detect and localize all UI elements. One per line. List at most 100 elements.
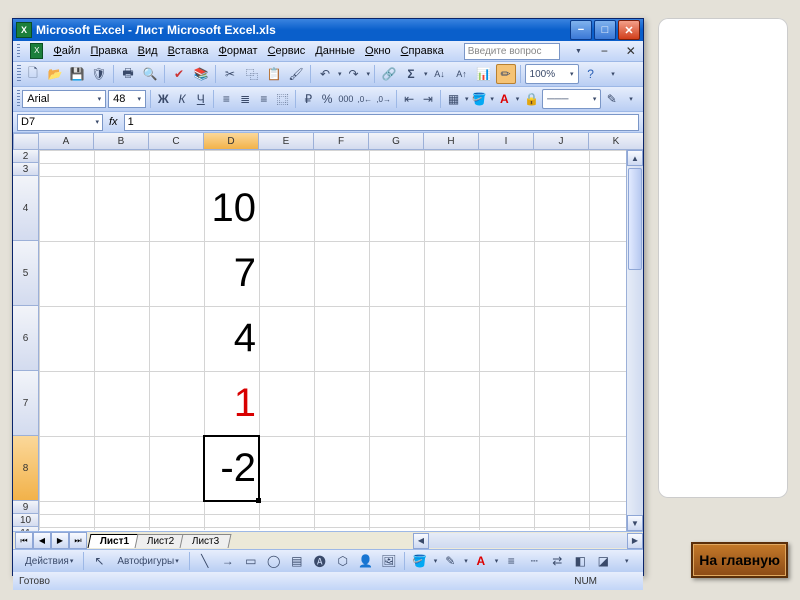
tab-first-icon[interactable]: ⏮ bbox=[15, 532, 33, 549]
menu-data[interactable]: Данные bbox=[315, 45, 355, 57]
cut-icon[interactable]: ✂ bbox=[220, 64, 240, 84]
format-painter-icon[interactable]: 🖌 bbox=[286, 64, 306, 84]
col-header-F[interactable]: F bbox=[314, 133, 369, 150]
row-header-9[interactable]: 9 bbox=[13, 501, 39, 514]
align-left-icon[interactable]: ≡ bbox=[218, 89, 235, 109]
col-header-A[interactable]: A bbox=[39, 133, 94, 150]
autoshapes-menu[interactable]: Автофигуры▾ bbox=[112, 551, 183, 571]
vertical-scrollbar[interactable]: ▲ ▼ bbox=[626, 150, 643, 531]
scroll-up-icon[interactable]: ▲ bbox=[627, 150, 643, 166]
arrow-style-icon[interactable]: ⇄ bbox=[547, 551, 567, 571]
scroll-thumb[interactable] bbox=[628, 168, 642, 270]
cell-D5[interactable]: 7 bbox=[204, 241, 259, 306]
fontcolor-dropdown-icon[interactable]: ▾ bbox=[516, 95, 520, 103]
row-header-7[interactable]: 7 bbox=[13, 371, 39, 436]
menu-edit[interactable]: Правка bbox=[90, 45, 127, 57]
research-icon[interactable]: 📚 bbox=[191, 64, 211, 84]
row-header-11[interactable]: 11 bbox=[13, 527, 39, 532]
close-workbook-button[interactable]: ✕ bbox=[623, 41, 639, 61]
name-box[interactable]: D7▾ bbox=[17, 114, 103, 131]
col-header-I[interactable]: I bbox=[479, 133, 534, 150]
menu-insert[interactable]: Вставка bbox=[168, 45, 209, 57]
row-header-5[interactable]: 5 bbox=[13, 241, 39, 306]
line-style-combo[interactable]: ───▾ bbox=[542, 89, 601, 109]
fill-color-icon[interactable]: 🪣 bbox=[470, 89, 487, 109]
cell-D7[interactable]: 1 bbox=[204, 371, 259, 436]
col-header-H[interactable]: H bbox=[424, 133, 479, 150]
line-weight-icon[interactable]: ≡ bbox=[501, 551, 521, 571]
fill-dropdown-icon[interactable]: ▾ bbox=[490, 95, 494, 103]
scroll-down-icon[interactable]: ▼ bbox=[627, 515, 643, 531]
help-question-box[interactable]: Введите вопрос bbox=[464, 43, 560, 60]
security-icon[interactable]: 🔒 bbox=[523, 89, 540, 109]
align-center-icon[interactable]: ≣ bbox=[237, 89, 254, 109]
redo-dropdown-icon[interactable]: ▾ bbox=[367, 70, 371, 78]
bold-icon[interactable]: Ж bbox=[155, 89, 172, 109]
currency-icon[interactable]: ₽ bbox=[300, 89, 317, 109]
tab-last-icon[interactable]: ⏭ bbox=[69, 532, 87, 549]
font-color-icon[interactable]: A bbox=[496, 89, 513, 109]
spellcheck-icon[interactable]: ✔ bbox=[169, 64, 189, 84]
save-icon[interactable]: 💾 bbox=[67, 64, 87, 84]
select-all-corner[interactable] bbox=[13, 133, 39, 150]
menu-help[interactable]: Справка bbox=[401, 45, 444, 57]
textbox-icon[interactable]: ▤ bbox=[287, 551, 307, 571]
decrease-indent-icon[interactable]: ⇤ bbox=[401, 89, 418, 109]
toolbar-options-icon[interactable]: ▾ bbox=[616, 551, 636, 571]
toolbar-options-icon[interactable]: ▾ bbox=[603, 64, 623, 84]
worksheet-grid[interactable]: ABCDEFGHIJK 23456789101112 10741-2 ▲ ▼ bbox=[13, 133, 643, 532]
line-dd-icon[interactable]: ▾ bbox=[464, 557, 468, 565]
redo-icon[interactable]: ↷ bbox=[344, 64, 364, 84]
grip-icon[interactable] bbox=[17, 44, 20, 58]
font-size-combo[interactable]: 48▾ bbox=[108, 90, 146, 108]
col-header-K[interactable]: K bbox=[589, 133, 643, 150]
percent-icon[interactable]: % bbox=[319, 89, 336, 109]
drawing-toggle-icon[interactable]: ✏ bbox=[496, 64, 516, 84]
menu-format[interactable]: Формат bbox=[218, 45, 257, 57]
borders-dropdown-icon[interactable]: ▾ bbox=[465, 95, 469, 103]
chart-wizard-icon[interactable]: 📊 bbox=[474, 64, 494, 84]
align-right-icon[interactable]: ≡ bbox=[256, 89, 273, 109]
col-header-B[interactable]: B bbox=[94, 133, 149, 150]
line-color-icon[interactable]: ✎ bbox=[440, 551, 460, 571]
row-header-2[interactable]: 2 bbox=[13, 150, 39, 163]
undo-dropdown-icon[interactable]: ▾ bbox=[338, 70, 342, 78]
underline-icon[interactable]: Ч bbox=[192, 89, 209, 109]
hyperlink-icon[interactable]: 🔗 bbox=[379, 64, 399, 84]
open-icon[interactable]: 📂 bbox=[45, 64, 65, 84]
line-icon[interactable]: ╲ bbox=[195, 551, 215, 571]
titlebar[interactable]: X Microsoft Excel - Лист Microsoft Excel… bbox=[13, 19, 643, 41]
col-header-E[interactable]: E bbox=[259, 133, 314, 150]
excel-doc-icon[interactable]: X bbox=[30, 43, 43, 59]
grip-icon[interactable] bbox=[17, 65, 21, 83]
menu-tools[interactable]: Сервис bbox=[268, 45, 306, 57]
font-name-combo[interactable]: Arial▾ bbox=[22, 90, 106, 108]
cells-area[interactable]: 10741-2 bbox=[39, 150, 643, 530]
cell-D6[interactable]: 4 bbox=[204, 306, 259, 371]
home-button[interactable]: На главную bbox=[691, 542, 788, 578]
fx-icon[interactable]: fx bbox=[109, 116, 118, 128]
comma-icon[interactable]: 000 bbox=[337, 89, 354, 109]
menu-window[interactable]: Окно bbox=[365, 45, 391, 57]
draw-actions-menu[interactable]: Действия▾ bbox=[20, 551, 78, 571]
row-header-4[interactable]: 4 bbox=[13, 176, 39, 241]
row-header-8[interactable]: 8 bbox=[13, 436, 39, 501]
fontcolor-dd-icon[interactable]: ▾ bbox=[495, 557, 499, 565]
highlight-icon[interactable]: ✎ bbox=[603, 89, 620, 109]
autosum-icon[interactable]: Σ bbox=[401, 64, 421, 84]
diagram-icon[interactable]: ⬡ bbox=[333, 551, 353, 571]
italic-icon[interactable]: К bbox=[174, 89, 191, 109]
wordart-icon[interactable]: 🅐 bbox=[310, 551, 330, 571]
formula-input[interactable]: 1 bbox=[124, 114, 639, 131]
col-header-J[interactable]: J bbox=[534, 133, 589, 150]
copy-icon[interactable]: ⿻ bbox=[242, 64, 262, 84]
decrease-decimal-icon[interactable]: ,0→ bbox=[375, 89, 392, 109]
insert-picture-icon[interactable]: 🖼 bbox=[379, 551, 399, 571]
row-header-3[interactable]: 3 bbox=[13, 163, 39, 176]
autosum-dropdown-icon[interactable]: ▾ bbox=[424, 70, 428, 78]
restore-workbook-button[interactable]: − bbox=[596, 41, 612, 61]
sheet-tab-3[interactable]: Лист3 bbox=[180, 534, 232, 548]
cell-D4[interactable]: 10 bbox=[204, 176, 259, 241]
increase-decimal-icon[interactable]: ,0← bbox=[356, 89, 373, 109]
merge-center-icon[interactable]: ⿴ bbox=[274, 89, 291, 109]
